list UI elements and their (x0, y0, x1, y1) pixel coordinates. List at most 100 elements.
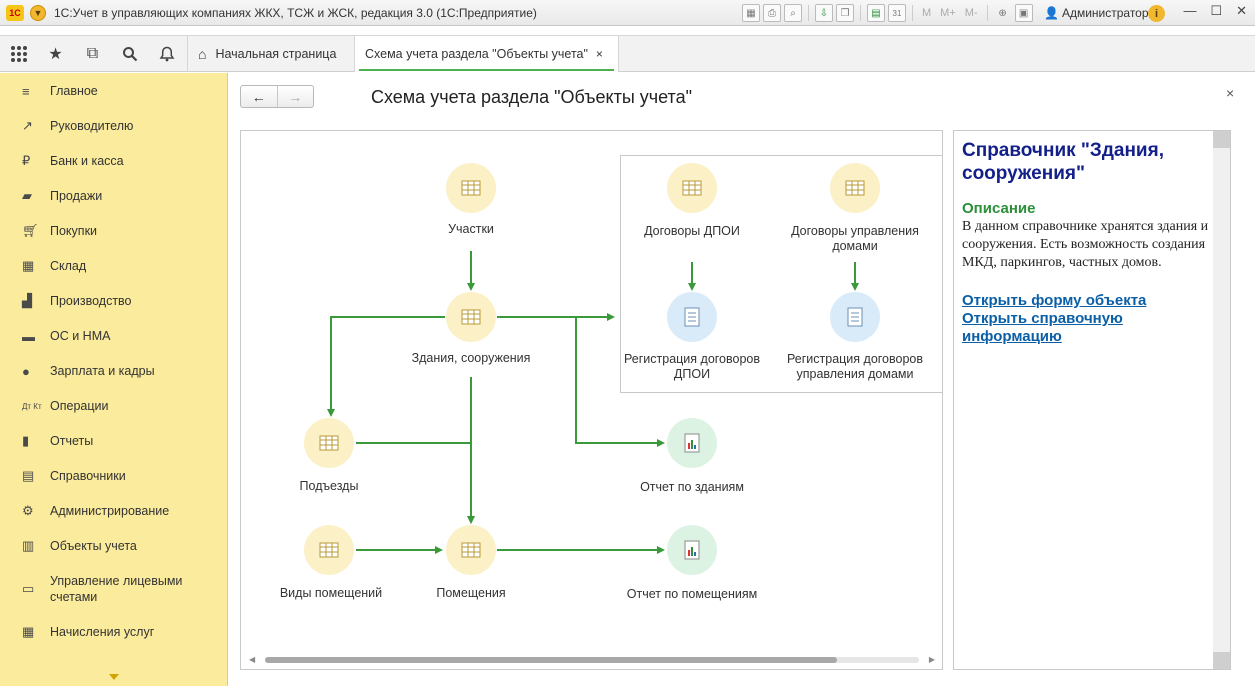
search-icon[interactable] (111, 36, 148, 72)
content-close-icon[interactable]: × (1226, 85, 1234, 101)
node-podezdy-label: Подъезды (299, 479, 359, 493)
toolbar-divider (986, 5, 988, 21)
warehouse-icon: ▦ (22, 258, 35, 273)
node-dogovory-dpoi-label: Договоры ДПОИ (644, 224, 740, 238)
scroll-down-icon[interactable] (1213, 652, 1230, 669)
1c-logo: 1С (6, 4, 24, 21)
sidebar-item-fixed-assets[interactable]: ▬ ОС и НМА (0, 327, 228, 345)
node-reg-dpoi[interactable] (667, 292, 717, 342)
sidebar-item-catalogs[interactable]: ▤ Справочники (0, 467, 228, 485)
diagram-horizontal-scrollbar[interactable]: ◀ ▶ (247, 655, 937, 664)
sidebar-item-warehouse[interactable]: ▦ Склад (0, 257, 228, 275)
sidebar-item-label: Склад (50, 259, 87, 273)
sidebar-item-purchases[interactable]: 🛒︎ Покупки (0, 222, 228, 240)
sidebar-item-label: Операции (50, 399, 109, 413)
sidebar-item-label: Зарплата и кадры (50, 364, 155, 378)
sidebar-item-accounts-management[interactable]: ▭ Управление лицевыми счетами (0, 572, 228, 606)
current-user[interactable]: 👤 Администратор (1044, 6, 1149, 20)
memory-plus-button[interactable]: M+ (937, 7, 959, 19)
window-layout-icon[interactable]: ▣ (1014, 4, 1033, 22)
open-object-form-link[interactable]: Открыть форму объекта (962, 292, 1212, 310)
catalog-icon (682, 180, 702, 196)
sidebar-item-accounting-objects[interactable]: ▥ Объекты учета (0, 537, 228, 555)
forward-button[interactable]: → (276, 86, 314, 107)
history-icon[interactable]: ⧉ (74, 36, 111, 72)
sidebar-item-sales[interactable]: ▰ Продажи (0, 187, 228, 205)
sidebar-scroll-down-icon[interactable] (109, 674, 119, 680)
main-menu-button[interactable]: ▼ (30, 4, 46, 21)
node-pomescheniya[interactable] (446, 525, 496, 575)
title-bar: 1С ▼ 1С:Учет в управляющих компаниях ЖКХ… (0, 0, 1255, 26)
tab-home[interactable]: ⌂ Начальная страница (187, 35, 355, 72)
zoom-icon[interactable]: ⊕ (994, 4, 1012, 22)
report-icon (684, 540, 700, 560)
scroll-up-icon[interactable] (1213, 131, 1230, 148)
window-title: 1С:Учет в управляющих компаниях ЖКХ, ТСЖ… (54, 5, 537, 20)
apps-grid-icon[interactable] (0, 36, 37, 72)
info-vertical-scrollbar[interactable] (1213, 131, 1230, 669)
node-dogovory-upravleniya-label: Договоры управления домами (791, 224, 919, 253)
minimize-icon[interactable]: — (1183, 3, 1196, 19)
info-panel: Справочник "Здания, сооружения" Описание… (953, 130, 1231, 670)
sidebar-item-manager[interactable]: ↗ Руководителю (0, 117, 228, 135)
arrow-zdaniya-podezdy (327, 316, 445, 417)
sidebar-item-label: Продажи (50, 189, 103, 203)
notifications-bell-icon[interactable] (148, 36, 185, 72)
sidebar-item-production[interactable]: ▟ Производство (0, 292, 228, 310)
gear-icon: ⚙ (22, 503, 34, 518)
node-vidy-pomescheniy[interactable] (304, 525, 354, 575)
person-icon: ● (22, 363, 30, 379)
tab-objects-scheme[interactable]: Схема учета раздела "Объекты учета" × (355, 35, 619, 72)
node-reg-upravleniya-label: Регистрация договоров управления домами (786, 352, 924, 381)
calculator-icon[interactable]: ▤ (867, 4, 885, 22)
copy-icon[interactable]: ❐ (836, 4, 854, 22)
print-icon[interactable]: ⎙ (763, 4, 781, 22)
scroll-left-icon[interactable]: ◀ (249, 655, 255, 664)
sidebar-item-main[interactable]: ≡ Главное (0, 82, 228, 100)
node-dogovory-upravleniya[interactable] (830, 163, 880, 213)
memory-minus-button[interactable]: M- (962, 7, 981, 19)
sidebar-item-label: Главное (50, 84, 98, 98)
info-icon[interactable]: i (1148, 5, 1165, 22)
node-otchet-pomescheniya[interactable] (667, 525, 717, 575)
history-navigation: ← → (240, 85, 314, 108)
sidebar-item-label: Производство (50, 294, 132, 308)
tab-close-icon[interactable]: × (596, 47, 603, 61)
scroll-thumb[interactable] (265, 657, 837, 663)
sidebar-item-payroll[interactable]: ● Зарплата и кадры (0, 362, 228, 380)
catalog-icon (319, 435, 339, 451)
close-icon[interactable]: ✕ (1236, 3, 1247, 19)
sidebar-item-label: Администрирование (50, 504, 170, 518)
sidebar-item-administration[interactable]: ⚙ Администрирование (0, 502, 228, 520)
info-heading: Описание (962, 200, 1036, 217)
sidebar-item-label: Объекты учета (50, 539, 137, 553)
preview-icon[interactable]: ⌕ (784, 4, 802, 22)
maximize-icon[interactable]: ☐ (1210, 3, 1222, 19)
scroll-right-icon[interactable]: ▶ (929, 655, 935, 664)
factory-icon: ▟ (22, 293, 32, 308)
menu-icon: ≡ (22, 83, 30, 99)
back-button[interactable]: ← (241, 86, 277, 107)
sidebar-item-bank[interactable]: ₽ Банк и касса (0, 152, 228, 170)
toolbar-divider (912, 5, 913, 21)
sidebar-item-label: Покупки (50, 224, 98, 238)
calendar-icon[interactable]: 31 (888, 4, 906, 22)
memory-button[interactable]: M (919, 7, 934, 19)
node-reg-upravleniya[interactable] (830, 292, 880, 342)
node-podezdy[interactable] (304, 418, 354, 468)
catalog-icon (461, 180, 481, 196)
node-pomescheniya-label: Помещения (436, 586, 506, 600)
open-help-link[interactable]: Открыть справочную информацию (962, 310, 1212, 346)
node-otchet-zdaniya[interactable] (667, 418, 717, 468)
sidebar-item-service-charges[interactable]: ▦ Начисления услуг (0, 623, 228, 641)
info-description: В данном справочнике хранятся здания и с… (962, 219, 1209, 270)
node-uchastki[interactable] (446, 163, 496, 213)
sidebar-item-reports[interactable]: ▮ Отчеты (0, 432, 228, 450)
node-dogovory-dpoi[interactable] (667, 163, 717, 213)
download-icon[interactable]: ⇩ (815, 4, 833, 22)
favorites-star-icon[interactable]: ★ (37, 36, 74, 72)
node-zdaniya[interactable] (446, 292, 496, 342)
sidebar-item-operations[interactable]: Дт Кт Операции (0, 397, 228, 415)
save-icon[interactable]: ▦ (742, 4, 760, 22)
toolbar-divider (860, 5, 861, 21)
